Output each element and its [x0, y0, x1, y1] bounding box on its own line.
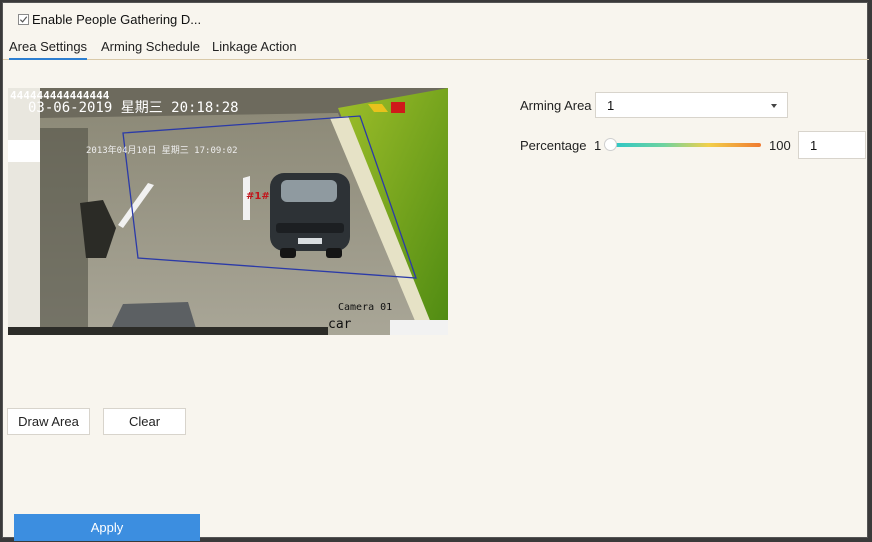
zone-label: #1# — [246, 191, 270, 202]
checkmark-icon — [19, 15, 28, 23]
percentage-slider-handle[interactable] — [604, 138, 617, 151]
percentage-min: 1 — [594, 138, 602, 153]
enable-checkbox[interactable] — [18, 13, 29, 25]
arming-area-value: 1 — [607, 97, 615, 113]
percentage-label: Percentage — [520, 138, 587, 153]
arming-area-label: Arming Area — [520, 98, 592, 113]
arming-area-select[interactable]: 1 — [595, 92, 788, 118]
chevron-down-icon — [771, 104, 777, 108]
tab-bar: Area Settings Arming Schedule Linkage Ac… — [3, 39, 869, 60]
enable-label: Enable People Gathering D... — [32, 11, 202, 27]
apply-button[interactable]: Apply — [14, 514, 200, 541]
bottom-overlay-text: car — [328, 317, 352, 332]
osd-datetime-text: 03-06-2019 星期三 20:18:28 — [28, 100, 239, 116]
inner-datetime-text: 2013年04月10日 星期三 17:09:02 — [86, 144, 238, 156]
enable-people-gathering-row[interactable]: Enable People Gathering D... — [18, 11, 201, 27]
clear-button[interactable]: Clear — [103, 408, 186, 435]
tab-area-settings[interactable]: Area Settings — [9, 39, 88, 60]
percentage-slider-track[interactable] — [611, 143, 761, 147]
draw-area-button[interactable]: Draw Area — [7, 408, 90, 435]
detection-settings-panel: Enable People Gathering D... Area Settin… — [2, 2, 869, 541]
camera-preview[interactable]: 444444444444444 03-06-2019 星期三 20:18:28 … — [8, 88, 448, 335]
percentage-max: 100 — [769, 138, 791, 153]
tab-linkage-action[interactable]: Linkage Action — [212, 39, 297, 58]
tab-arming-schedule[interactable]: Arming Schedule — [101, 39, 200, 58]
camera-label: Camera 01 — [338, 302, 392, 313]
percentage-input[interactable]: 1 — [798, 131, 866, 159]
car-image — [270, 173, 350, 258]
